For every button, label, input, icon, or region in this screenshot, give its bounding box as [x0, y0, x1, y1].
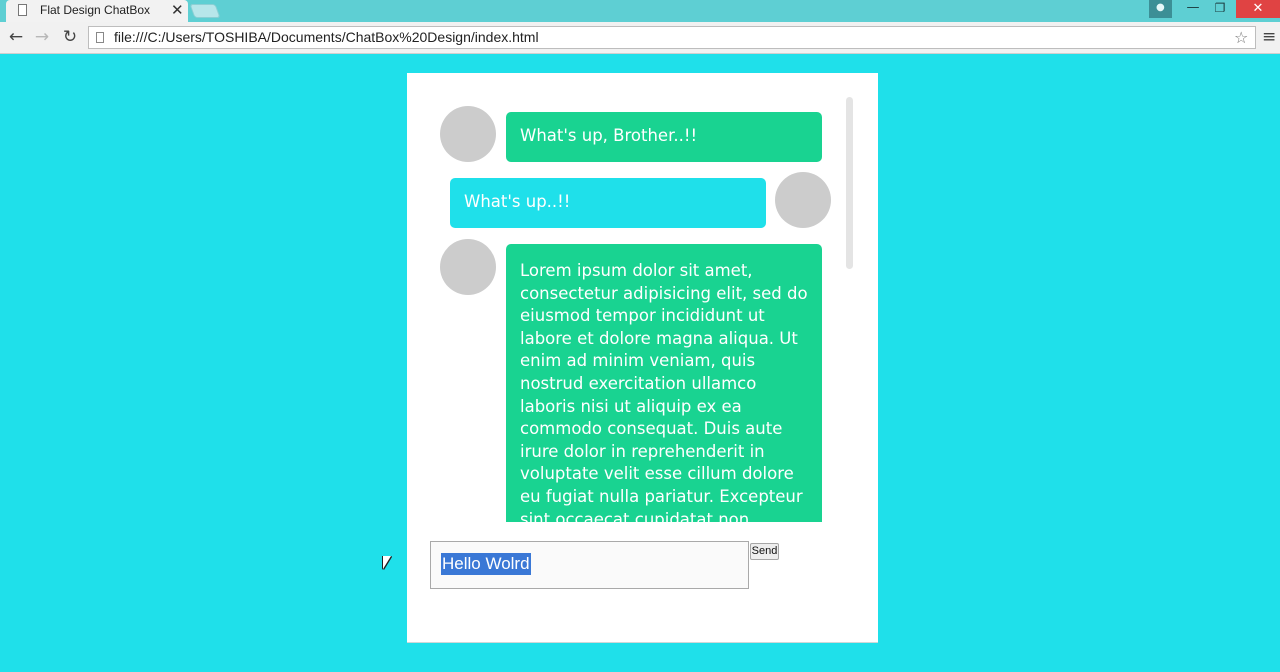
close-window-button[interactable]: ✕: [1236, 0, 1280, 18]
reload-button[interactable]: ↻: [60, 26, 80, 48]
browser-tab[interactable]: Flat Design ChatBox ✕: [6, 0, 188, 22]
tab-title: Flat Design ChatBox: [40, 3, 151, 17]
minimize-button[interactable]: —: [1182, 0, 1204, 18]
browser-menu-icon[interactable]: ≡: [1262, 26, 1276, 48]
browser-toolbar: ← → ↻ file:///C:/Users/TOSHIBA/Documents…: [0, 22, 1280, 54]
message-bubble: What's up, Brother..!!: [506, 112, 822, 162]
avatar: [775, 172, 831, 228]
back-button[interactable]: ←: [6, 26, 26, 48]
message-bubble: What's up..!!: [450, 178, 766, 228]
scrollbar[interactable]: [846, 97, 853, 269]
user-profile-button[interactable]: ●: [1149, 0, 1172, 18]
address-bar[interactable]: file:///C:/Users/TOSHIBA/Documents/ChatB…: [88, 26, 1256, 49]
address-text: file:///C:/Users/TOSHIBA/Documents/ChatB…: [114, 29, 539, 45]
user-icon: ●: [1156, 2, 1165, 13]
message-list[interactable]: What's up, Brother..!! What's up..!! Lor…: [407, 73, 878, 522]
avatar: [440, 239, 496, 295]
forward-button[interactable]: →: [32, 26, 52, 48]
page-icon: [18, 4, 27, 16]
chat-box: What's up, Brother..!! What's up..!! Lor…: [407, 73, 878, 642]
send-button[interactable]: Send: [750, 543, 779, 560]
browser-titlebar: Flat Design ChatBox ✕ ● — ❐ ✕: [0, 0, 1280, 22]
message-input-text: Hello Wolrd: [441, 553, 531, 575]
message-bubble: Lorem ipsum dolor sit amet, consectetur …: [506, 244, 822, 522]
new-tab-button[interactable]: [189, 4, 221, 18]
avatar: [440, 106, 496, 162]
message-input[interactable]: Hello Wolrd: [430, 541, 749, 589]
page-icon: [96, 32, 104, 43]
bookmark-star-icon[interactable]: ☆: [1234, 27, 1248, 48]
maximize-button[interactable]: ❐: [1209, 0, 1231, 18]
mouse-cursor-icon: [383, 556, 391, 569]
close-tab-icon[interactable]: ✕: [171, 1, 184, 19]
